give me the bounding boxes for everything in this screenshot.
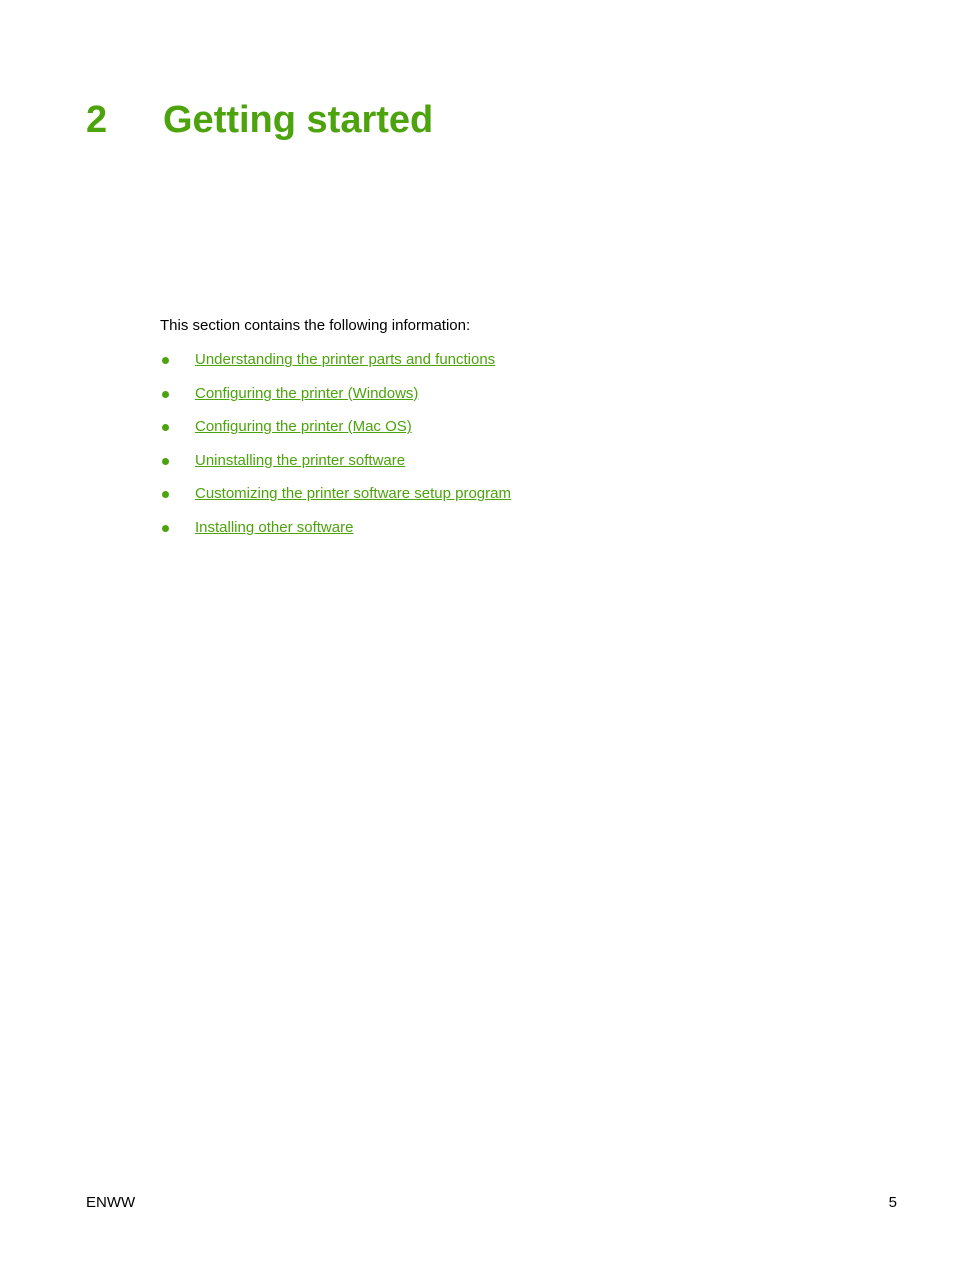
footer-label: ENWW (86, 1194, 136, 1211)
link-installing-other-software[interactable]: Installing other software (195, 519, 353, 537)
link-uninstalling-software[interactable]: Uninstalling the printer software (195, 452, 405, 470)
link-customizing-setup-program[interactable]: Customizing the printer software setup p… (195, 485, 511, 503)
link-understanding-printer-parts[interactable]: Understanding the printer parts and func… (195, 351, 495, 369)
chapter-title: Getting started (163, 99, 434, 141)
page-number: 5 (888, 1194, 897, 1211)
intro-text: This section contains the following info… (160, 317, 471, 334)
bullet-icon (162, 357, 169, 364)
link-configuring-mac-os[interactable]: Configuring the printer (Mac OS) (195, 418, 412, 436)
bullet-icon (162, 424, 169, 432)
bullet-icon (162, 390, 169, 398)
bullet-icon (162, 491, 169, 499)
bullet-icon (162, 457, 169, 465)
link-configuring-windows[interactable]: Configuring the printer (Windows) (195, 385, 418, 403)
bullet-icon (162, 524, 169, 532)
chapter-number: 2 (86, 99, 108, 141)
chapter-heading: 2 Getting started (86, 96, 433, 144)
